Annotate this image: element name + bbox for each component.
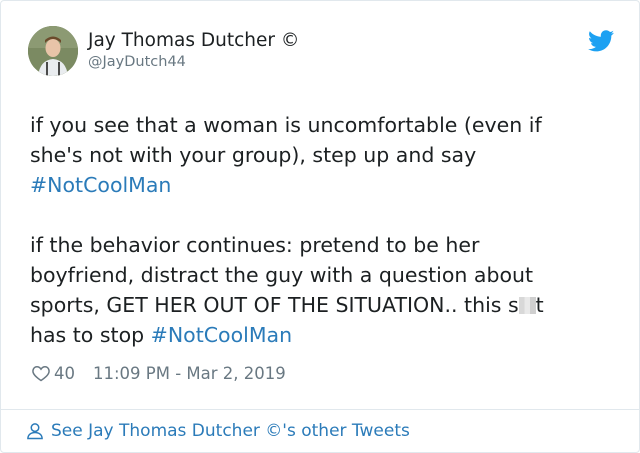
tweet-timestamp[interactable]: 11:09 PM - Mar 2, 2019	[93, 364, 286, 383]
tweet-line: has to stop	[30, 323, 151, 347]
tweet-paragraph-2: if the behavior continues: pretend to be…	[30, 230, 620, 350]
tweet-line: if the behavior continues: pretend to be…	[30, 233, 480, 257]
tweet-text: if you see that a woman is uncomfortable…	[30, 110, 620, 350]
tweet-line: boyfriend, distract the guy with a quest…	[30, 263, 534, 287]
censor-blur	[518, 297, 536, 314]
tweet-header: Jay Thomas Dutcher © @JayDutch44	[28, 26, 618, 82]
person-icon	[27, 423, 43, 440]
other-tweets-label[interactable]: See Jay Thomas Dutcher ©'s other Tweets	[51, 421, 410, 441]
like-count[interactable]: 40	[54, 364, 75, 383]
footer-divider	[1, 409, 639, 410]
heart-icon[interactable]	[31, 363, 51, 383]
other-tweets-link[interactable]: See Jay Thomas Dutcher ©'s other Tweets	[25, 419, 410, 443]
tweet-line: t	[535, 293, 544, 317]
tweet-line: she's not with your group), step up and …	[30, 143, 477, 167]
tweet-paragraph-1: if you see that a woman is uncomfortable…	[30, 110, 620, 200]
author-handle[interactable]: @JayDutch44	[88, 54, 186, 70]
tweet-card: Jay Thomas Dutcher © @JayDutch44 if you …	[0, 0, 640, 453]
author-name[interactable]: Jay Thomas Dutcher ©	[88, 30, 299, 51]
hashtag-link[interactable]: #NotCoolMan	[30, 173, 171, 197]
tweet-line: sports, GET HER OUT OF THE SITUATION.. t…	[30, 293, 519, 317]
tweet-meta: 40 11:09 PM - Mar 2, 2019	[31, 362, 286, 384]
tweet-line: if you see that a woman is uncomfortable…	[30, 113, 542, 137]
avatar[interactable]	[28, 26, 78, 76]
hashtag-link[interactable]: #NotCoolMan	[151, 323, 292, 347]
twitter-bird-icon[interactable]	[588, 30, 614, 52]
